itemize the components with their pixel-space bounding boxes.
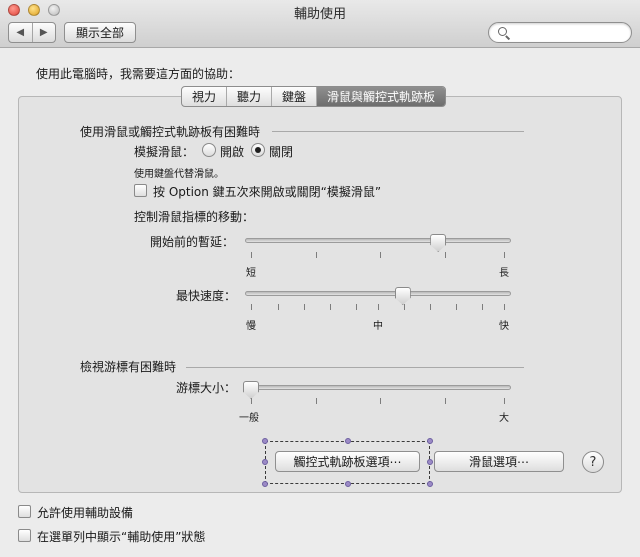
resize-handle[interactable]: [262, 459, 268, 465]
slider-tick: [304, 304, 305, 310]
mouse-keys-label: 模擬滑鼠：: [134, 145, 195, 159]
section-divider: [272, 131, 524, 132]
slider-tick: [378, 304, 379, 310]
initial-delay-slider-track[interactable]: [245, 238, 511, 243]
trackpad-options-button[interactable]: 觸控式軌跡板選項⋯: [275, 451, 420, 472]
initial-delay-max-label: 長: [499, 268, 509, 279]
slider-tick: [380, 252, 381, 258]
max-speed-slider-track[interactable]: [245, 291, 511, 296]
help-button[interactable]: ?: [582, 451, 604, 473]
back-forward-control: ◀ ▶: [8, 22, 56, 43]
section-divider: [186, 367, 524, 368]
slider-tick: [356, 304, 357, 310]
cursor-size-slider-track[interactable]: [245, 385, 511, 390]
slider-tick: [445, 252, 446, 258]
enable-access-label[interactable]: 允許使用輔助設備: [37, 504, 133, 521]
resize-handle[interactable]: [262, 438, 268, 444]
slider-tick: [278, 304, 279, 310]
tab-keyboard[interactable]: 鍵盤: [271, 87, 316, 106]
slider-tick: [316, 398, 317, 404]
search-icon: [498, 27, 507, 36]
toolbar: 輔助使用 ◀ ▶ 顯示全部: [0, 0, 640, 48]
initial-delay-min-label: 短: [246, 268, 256, 279]
mouse-options-button[interactable]: 滑鼠選項⋯: [434, 451, 564, 472]
resize-handle[interactable]: [427, 438, 433, 444]
slider-tick: [456, 304, 457, 310]
back-arrow-icon[interactable]: ◀: [9, 23, 32, 42]
cursor-size-max-label: 大: [499, 413, 509, 424]
mouse-section-title: 使用滑鼠或觸控式軌跡板有困難時: [80, 125, 261, 139]
cursor-section-title: 檢視游標有困難時: [80, 360, 177, 374]
slider-tick: [404, 304, 405, 310]
show-all-button[interactable]: 顯示全部: [64, 22, 136, 43]
max-speed-max-label: 快: [499, 321, 509, 332]
enable-access-checkbox[interactable]: [18, 505, 31, 518]
max-speed-label: 最快速度：: [176, 289, 237, 303]
tab-vision[interactable]: 視力: [182, 87, 226, 106]
slider-tick: [380, 398, 381, 404]
option-key-checkbox[interactable]: [134, 184, 147, 197]
tab-hearing[interactable]: 聽力: [226, 87, 271, 106]
mouse-keys-off-label[interactable]: 關閉: [269, 143, 293, 160]
slider-tick: [482, 304, 483, 310]
mouse-keys-on-radio[interactable]: [202, 143, 216, 157]
slider-tick: [504, 398, 505, 404]
mouse-keys-hint: 使用鍵盤代替滑鼠。: [134, 169, 224, 180]
slider-tick: [504, 252, 505, 258]
option-key-label[interactable]: 按 Option 鍵五次來開啟或關閉“模擬滑鼠”: [153, 183, 381, 200]
resize-handle[interactable]: [427, 459, 433, 465]
slider-tick: [251, 398, 252, 404]
initial-delay-label: 開始前的暫延：: [150, 235, 235, 249]
show-in-menu-checkbox[interactable]: [18, 529, 31, 542]
mouse-keys-on-label[interactable]: 開啟: [220, 143, 244, 160]
tab-mouse-trackpad[interactable]: 滑鼠與觸控式軌跡板: [316, 87, 446, 106]
cursor-size-label: 游標大小：: [176, 381, 237, 395]
tab-bar: 視力 聽力 鍵盤 滑鼠與觸控式軌跡板: [181, 86, 447, 107]
slider-tick: [330, 304, 331, 310]
window-title: 輔助使用: [293, 7, 346, 22]
slider-tick: [430, 304, 431, 310]
cursor-size-min-label: 一般: [239, 413, 259, 424]
search-field[interactable]: [488, 22, 632, 43]
pointer-control-title: 控制滑鼠指標的移動：: [134, 210, 255, 224]
intro-text: 使用此電腦時，我需要這方面的協助：: [36, 67, 241, 81]
preferences-window: 輔助使用 ◀ ▶ 顯示全部 使用此電腦時，我需要這方面的協助： 視力 聽力 鍵盤…: [0, 0, 640, 557]
mouse-keys-off-radio[interactable]: [251, 143, 265, 157]
forward-arrow-icon[interactable]: ▶: [31, 23, 56, 42]
slider-tick: [504, 304, 505, 310]
slider-tick: [445, 398, 446, 404]
resize-handle[interactable]: [345, 438, 351, 444]
max-speed-mid-label: 中: [373, 321, 383, 332]
slider-tick: [251, 252, 252, 258]
max-speed-min-label: 慢: [246, 321, 256, 332]
resize-handle[interactable]: [345, 481, 351, 487]
slider-tick: [251, 304, 252, 310]
show-in-menu-label[interactable]: 在選單列中顯示“輔助使用”狀態: [37, 528, 205, 545]
resize-handle[interactable]: [427, 481, 433, 487]
slider-tick: [316, 252, 317, 258]
resize-handle[interactable]: [262, 481, 268, 487]
